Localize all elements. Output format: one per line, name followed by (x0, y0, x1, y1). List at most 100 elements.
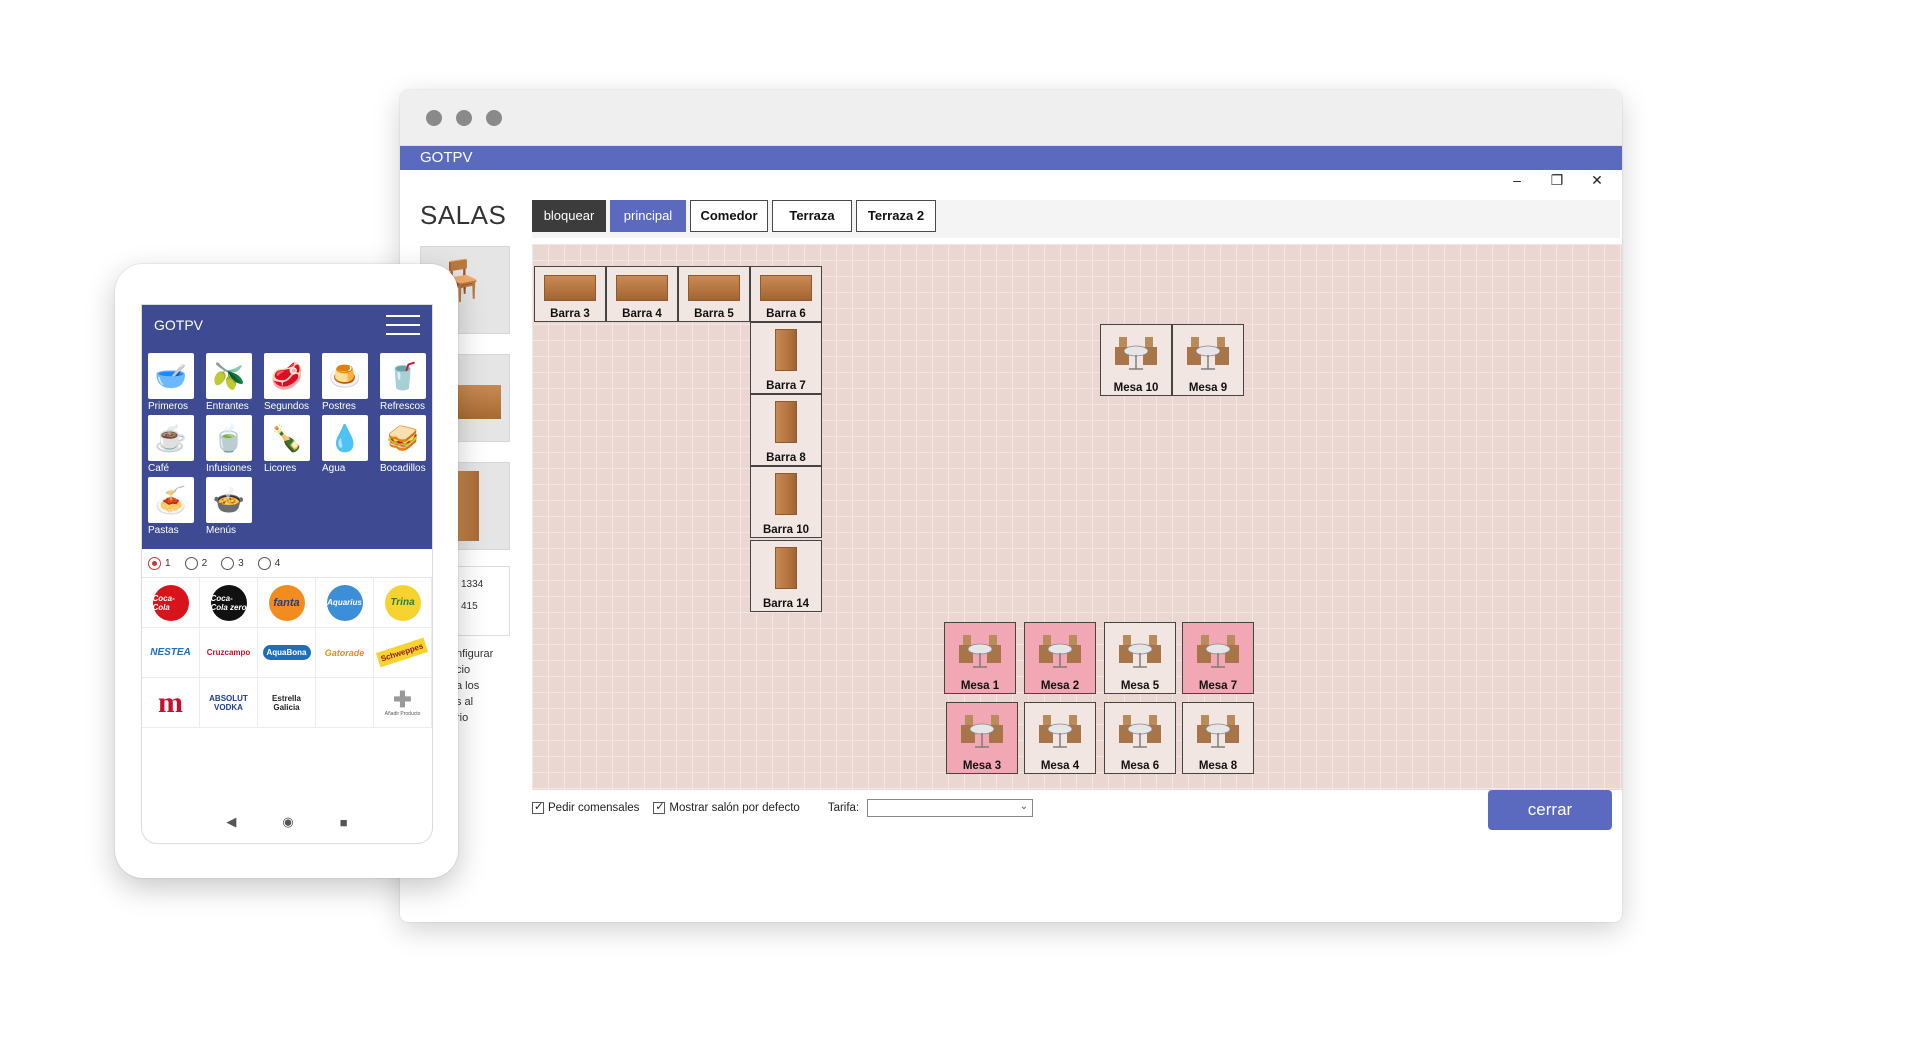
product-absolut[interactable]: ABSOLUT VODKA (200, 678, 258, 728)
product-schweppes[interactable]: Schweppes (374, 628, 432, 678)
mesa-item[interactable]: Mesa 10 (1100, 324, 1172, 396)
product-coca-cola[interactable]: Coca-Cola (142, 578, 200, 628)
category-item[interactable]: 🥣 Primeros (148, 353, 198, 412)
category-item[interactable]: 🥪 Bocadillos (380, 415, 430, 474)
barra-item[interactable]: Barra 4 (606, 266, 678, 322)
mesa-item[interactable]: Mesa 4 (1024, 702, 1096, 774)
category-item[interactable]: ☕ Café (148, 415, 198, 474)
close-icon[interactable]: ✕ (1590, 172, 1604, 189)
category-item[interactable]: 🫒 Entrantes (206, 353, 256, 412)
radio-button[interactable] (257, 556, 271, 570)
browser-chrome (400, 90, 1622, 146)
radio-option[interactable]: 1 (148, 556, 171, 570)
product-empty-slot[interactable] (316, 678, 374, 728)
fanta-logo: fanta (268, 584, 305, 621)
product-gatorade[interactable]: Gatorade (316, 628, 374, 678)
wood-bar-icon (775, 547, 797, 589)
tab-principal[interactable]: principal (610, 200, 686, 232)
wood-bar-icon (775, 473, 797, 515)
product-aquabona[interactable]: AquaBona (258, 628, 316, 678)
barra-item[interactable]: Barra 8 (750, 394, 822, 466)
barra-item[interactable]: Barra 7 (750, 322, 822, 394)
floor-plan[interactable]: Barra 3 Barra 4 Barra 5 Barra 6 Barra 7 (532, 244, 1622, 790)
mesa-item[interactable]: Mesa 3 (946, 702, 1018, 774)
radio-button[interactable] (148, 556, 161, 570)
app-titlebar: GOTPV (400, 146, 1622, 170)
pedir-comensales-checkbox[interactable] (532, 800, 544, 814)
category-item[interactable]: 🍮 Postres (322, 353, 372, 412)
mesa-item[interactable]: Mesa 2 (1024, 622, 1096, 694)
phone-screen: GOTPV 🥣 Primeros 🫒 Entrantes 🥩 Segundos (141, 304, 433, 844)
mostrar-salon-checkbox[interactable] (653, 800, 666, 814)
category-label: Café (148, 463, 170, 474)
add-product-button[interactable]: ✚ Añadir Producto (374, 678, 432, 728)
window-dot-3[interactable] (486, 110, 502, 126)
home-icon[interactable]: ◉ (282, 814, 293, 830)
tarifa-select[interactable]: ⌄ (867, 799, 1034, 817)
close-button[interactable]: cerrar (1488, 790, 1612, 830)
radio-option[interactable]: 3 (221, 556, 244, 570)
radio-label: 4 (274, 557, 281, 569)
category-label: Entrantes (206, 401, 249, 412)
category-label: Bocadillos (380, 463, 426, 474)
window-controls: – ❐ ✕ (1510, 172, 1604, 189)
sandwich-icon: 🥪 (380, 415, 426, 461)
category-item[interactable]: 🍾 Licores (264, 415, 314, 474)
tab-bloquear[interactable]: bloquear (532, 200, 606, 232)
tarifa-label: Tarifa: (827, 802, 860, 814)
radio-option[interactable]: 4 (257, 556, 281, 570)
mesa-item[interactable]: Mesa 6 (1104, 702, 1176, 774)
window-dot-2[interactable] (456, 110, 472, 126)
product-trina[interactable]: Trina (374, 578, 432, 628)
table-chairs-icon (1183, 333, 1233, 373)
product-cruzcampo[interactable]: Cruzcampo (200, 628, 258, 678)
aquarius-logo: Aquarius (326, 584, 363, 621)
category-label: Refrescos (380, 401, 426, 412)
category-label: Pastas (148, 525, 179, 536)
mesa-label: Mesa 5 (1120, 680, 1160, 692)
chevron-down-icon: ⌄ (1019, 801, 1029, 812)
category-item[interactable]: 🍵 Infusiones (206, 415, 256, 474)
product-nestea[interactable]: NESTEA (142, 628, 200, 678)
category-item[interactable]: 🍝 Pastas (148, 477, 198, 536)
barra-item[interactable]: Barra 3 (534, 266, 606, 322)
product-fanta[interactable]: fanta (258, 578, 316, 628)
table-chairs-icon (1035, 711, 1085, 751)
mesa-label: Mesa 10 (1113, 382, 1159, 394)
radio-option[interactable]: 2 (184, 556, 207, 570)
mesa-item[interactable]: Mesa 5 (1104, 622, 1176, 694)
radio-button[interactable] (184, 556, 198, 570)
aquabona-logo: AquaBona (262, 645, 311, 660)
category-item[interactable]: 🥩 Segundos (264, 353, 314, 412)
mesa-item[interactable]: Mesa 8 (1182, 702, 1254, 774)
minimize-icon[interactable]: – (1510, 172, 1524, 189)
barra-item[interactable]: Barra 10 (750, 466, 822, 538)
product-estrella-galicia[interactable]: Estrella Galicia (258, 678, 316, 728)
barra-item[interactable]: Barra 14 (750, 540, 822, 612)
category-item[interactable]: 🥤 Refrescos (380, 353, 430, 412)
product-coca-cola-zero[interactable]: Coca-Cola zero (200, 578, 258, 628)
window-dot-1[interactable] (426, 110, 442, 126)
category-item[interactable]: 🍲 Menús (206, 477, 256, 536)
product-mahou[interactable]: m (142, 678, 200, 728)
category-item[interactable]: 💧 Agua (322, 415, 372, 474)
pedir-comensales-label: Pedir comensales (548, 802, 640, 814)
barra-item[interactable]: Barra 5 (678, 266, 750, 322)
barra-label: Barra 6 (766, 308, 806, 320)
hamburger-menu-icon[interactable] (386, 315, 420, 337)
mesa-item[interactable]: Mesa 9 (1172, 324, 1244, 396)
back-icon[interactable]: ◀ (226, 814, 236, 830)
restore-icon[interactable]: ❐ (1550, 172, 1564, 189)
mostrar-salon-label: Mostrar salón por defecto (669, 802, 800, 814)
product-aquarius[interactable]: Aquarius (316, 578, 374, 628)
recent-apps-icon[interactable]: ■ (340, 815, 348, 830)
mesa-item[interactable]: Mesa 1 (944, 622, 1016, 694)
tab-comedor[interactable]: Comedor (690, 200, 768, 232)
tab-terraza-2[interactable]: Terraza 2 (856, 200, 936, 232)
info-value-1: 1334 (461, 579, 484, 590)
tab-terraza[interactable]: Terraza (772, 200, 852, 232)
radio-button[interactable] (221, 556, 235, 570)
mesa-item[interactable]: Mesa 7 (1182, 622, 1254, 694)
table-chairs-icon (1111, 333, 1161, 373)
barra-item[interactable]: Barra 6 (750, 266, 822, 322)
